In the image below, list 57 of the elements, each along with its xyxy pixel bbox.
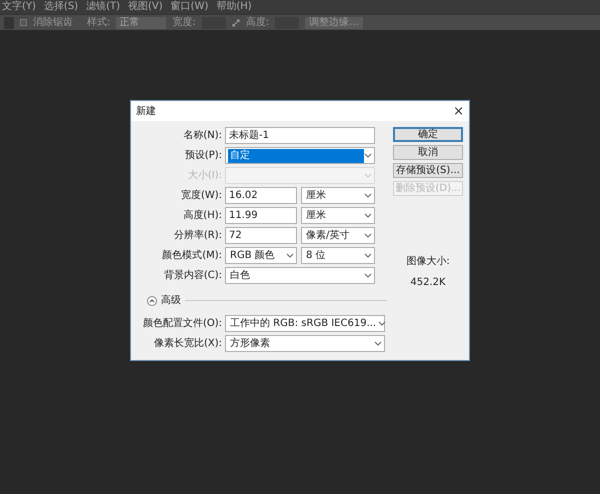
text-field[interactable]: 11.99	[225, 207, 297, 224]
advanced-dropdown[interactable]: 方形像素	[225, 335, 385, 352]
caret-icon	[364, 233, 372, 238]
text-field[interactable]: 16.02	[225, 187, 297, 204]
width-label: 宽度:	[172, 18, 196, 28]
bit-depth-dropdown[interactable]: 8 位	[301, 247, 375, 264]
unit-dropdown[interactable]: 厘米	[301, 187, 375, 204]
caret-icon	[374, 341, 382, 346]
caret-icon	[364, 213, 372, 218]
unit-dropdown[interactable]: 厘米	[301, 207, 375, 224]
section-label: 高级	[161, 294, 181, 308]
field-label: 名称(N):	[182, 129, 223, 143]
dialog-title: 新建	[136, 104, 156, 118]
dialog-button[interactable]: 存储预设(S)...	[393, 163, 463, 178]
height-label: 高度:	[246, 18, 270, 28]
field-label: 像素长宽比(X):	[152, 336, 223, 351]
close-button[interactable]: ×	[453, 104, 464, 118]
caret-icon	[364, 273, 372, 278]
menu-item[interactable]: 窗口(W)	[170, 2, 208, 12]
dialog-button[interactable]: 取消	[393, 145, 463, 160]
swap-icon[interactable]	[232, 18, 240, 26]
menu-item[interactable]: 选择(S)	[44, 2, 78, 12]
caret-icon	[364, 173, 372, 178]
caret-icon	[364, 193, 372, 198]
field-label: 预设(P):	[184, 149, 223, 163]
field-label: 分辨率(R):	[172, 228, 223, 243]
menu-item[interactable]: 帮助(H)	[216, 2, 252, 12]
preset-dropdown[interactable]: 自定	[225, 147, 375, 164]
dialog-button[interactable]: 确定	[393, 127, 463, 142]
text-field[interactable]: 72	[225, 227, 297, 244]
mode-dropdown[interactable]: RGB 颜色	[225, 247, 297, 264]
field-label: 高度(H):	[182, 208, 223, 223]
width-field[interactable]	[202, 16, 226, 28]
unit-dropdown[interactable]: 像素/英寸	[301, 227, 375, 244]
field-label: 背景内容(C):	[162, 268, 223, 283]
style-label: 样式:	[87, 18, 110, 28]
background-dropdown[interactable]: 白色	[225, 267, 375, 284]
checkbox[interactable]	[20, 19, 27, 26]
caret-icon	[364, 253, 372, 258]
image-size-label: 图像大小:	[406, 254, 450, 269]
checkbox-label: 消除锯齿	[33, 18, 73, 28]
image-size-value: 452.2K	[410, 276, 446, 290]
text-field[interactable]: 未标题-1	[225, 127, 375, 144]
field-label: 颜色模式(M):	[161, 248, 223, 263]
expand-toggle[interactable]	[147, 296, 157, 306]
height-field[interactable]	[275, 16, 300, 28]
chevron-icon	[149, 298, 155, 302]
field-label: 大小(I):	[186, 168, 223, 183]
advanced-dropdown[interactable]: 工作中的 RGB: sRGB IEC619...	[225, 315, 385, 332]
field-label: 颜色配置文件(O):	[142, 316, 223, 331]
caret-icon	[364, 153, 372, 158]
field-label: 宽度(W):	[180, 188, 223, 203]
caret-icon	[378, 321, 386, 326]
caret-icon	[286, 253, 294, 258]
menu-item[interactable]: 文字(Y)	[2, 2, 36, 12]
menu-item[interactable]: 滤镜(T)	[86, 2, 120, 12]
menu-item[interactable]: 视图(V)	[128, 2, 163, 12]
